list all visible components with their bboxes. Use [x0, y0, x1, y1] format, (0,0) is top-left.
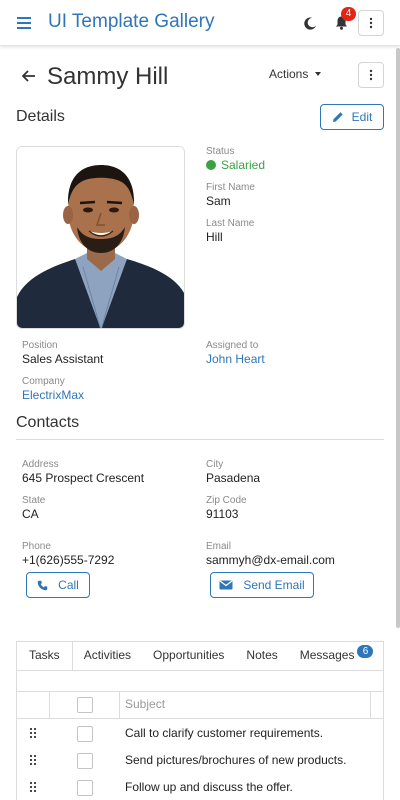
assigned-label: Assigned to	[206, 340, 259, 351]
state-value: CA	[22, 507, 39, 521]
drag-handle-icon[interactable]	[28, 754, 38, 766]
detail-tabs: Tasks Activities Opportunities Notes Mes…	[16, 641, 384, 670]
call-button[interactable]: Call	[26, 572, 90, 598]
contacts-section-title: Contacts	[16, 414, 80, 431]
row-checkbox[interactable]	[77, 753, 93, 769]
table-row[interactable]: Follow up and discuss the offer.	[17, 774, 383, 800]
phone-label: Phone	[22, 541, 51, 552]
state-label: State	[22, 495, 46, 506]
position-value: Sales Assistant	[22, 352, 104, 366]
contact-photo	[16, 146, 185, 329]
row-checkbox[interactable]	[77, 726, 93, 742]
back-arrow-icon[interactable]	[20, 67, 38, 85]
email-value: sammyh@dx-email.com	[206, 553, 335, 567]
position-label: Position	[22, 340, 58, 351]
first-name-value: Sam	[206, 194, 231, 208]
tab-notes[interactable]: Notes	[235, 642, 288, 670]
position-field: Position Sales Assistant	[22, 340, 103, 366]
more-vertical-icon	[369, 69, 373, 81]
more-vertical-icon	[369, 17, 373, 29]
state-field: State CA	[22, 495, 45, 521]
page-more-button[interactable]	[358, 62, 384, 88]
grid-header-row	[17, 691, 383, 719]
actions-dropdown[interactable]: Actions	[269, 67, 322, 81]
row-checkbox[interactable]	[77, 780, 93, 796]
address-label: Address	[22, 459, 59, 470]
header-more-button[interactable]	[358, 10, 384, 36]
table-row[interactable]: Call to clarify customer requirements.	[17, 720, 383, 747]
chevron-down-icon	[315, 72, 322, 76]
app-title: UI Template Gallery	[48, 11, 215, 32]
task-subject: Call to clarify customer requirements.	[125, 726, 324, 740]
tab-tasks[interactable]: Tasks	[17, 642, 73, 670]
tab-messages[interactable]: Messages 6	[289, 642, 374, 670]
status-dot-icon	[206, 160, 216, 170]
page-title: Sammy Hill	[47, 63, 169, 90]
details-section-title: Details	[16, 108, 65, 125]
last-name-field: Last Name Hill	[206, 218, 254, 244]
status-field: Status Salaried	[206, 146, 265, 172]
status-text: Salaried	[221, 158, 266, 172]
table-row[interactable]: Send pictures/brochures of new products.	[17, 747, 383, 774]
address-value: 645 Prospect Crescent	[22, 471, 145, 485]
drag-handle-icon[interactable]	[28, 727, 38, 739]
edit-button[interactable]: Edit	[320, 104, 384, 130]
phone-icon	[37, 580, 48, 590]
zip-value: 91103	[206, 507, 239, 521]
select-all-checkbox[interactable]	[77, 697, 93, 713]
edit-label: Edit	[351, 110, 373, 124]
company-field: Company ElectrixMax	[22, 376, 84, 402]
actions-label: Actions	[269, 67, 309, 81]
assigned-link[interactable]: John Heart	[206, 352, 265, 366]
messages-count-badge: 6	[357, 645, 374, 658]
task-subject: Send pictures/brochures of new products.	[125, 753, 347, 767]
phone-value: +1(626)555-7292	[22, 553, 115, 567]
call-label: Call	[58, 578, 79, 592]
first-name-label: First Name	[206, 182, 255, 193]
grid-column-divider	[119, 691, 120, 719]
envelope-icon	[219, 580, 233, 590]
drag-handle-icon[interactable]	[28, 781, 38, 793]
company-label: Company	[22, 376, 65, 387]
company-link[interactable]: ElectrixMax	[22, 388, 84, 402]
zip-label: Zip Code	[206, 495, 247, 506]
city-label: City	[206, 459, 224, 470]
menu-icon[interactable]	[14, 13, 34, 33]
app-header: UI Template Gallery 4	[0, 0, 400, 46]
grid-column-divider	[49, 691, 50, 719]
city-field: City Pasadena	[206, 459, 260, 485]
status-label: Status	[206, 146, 235, 157]
contacts-divider	[16, 439, 384, 440]
task-subject: Follow up and discuss the offer.	[125, 780, 293, 794]
notification-count-badge: 4	[341, 7, 356, 21]
pencil-icon	[332, 112, 343, 122]
send-email-label: Send Email	[243, 578, 305, 592]
status-value: Salaried	[206, 158, 265, 172]
last-name-value: Hill	[206, 230, 223, 244]
tasks-grid: Subject Call to clarify customer require…	[16, 670, 384, 800]
page-scrollbar[interactable]	[396, 48, 400, 628]
phone-field: Phone +1(626)555-7292	[22, 541, 114, 567]
last-name-label: Last Name	[206, 218, 255, 229]
first-name-field: First Name Sam	[206, 182, 255, 208]
tab-opportunities[interactable]: Opportunities	[142, 642, 235, 670]
theme-toggle-moon-icon[interactable]	[299, 12, 321, 34]
send-email-button[interactable]: Send Email	[210, 572, 314, 598]
tab-messages-label: Messages	[299, 648, 355, 662]
tab-activities[interactable]: Activities	[73, 642, 142, 670]
subject-column-header[interactable]: Subject	[125, 697, 165, 711]
email-field: Email sammyh@dx-email.com	[206, 541, 335, 567]
address-field: Address 645 Prospect Crescent	[22, 459, 144, 485]
zip-field: Zip Code 91103	[206, 495, 247, 521]
email-label: Email	[206, 541, 232, 552]
grid-column-divider	[370, 691, 371, 719]
city-value: Pasadena	[206, 471, 261, 485]
assigned-field: Assigned to John Heart	[206, 340, 265, 366]
